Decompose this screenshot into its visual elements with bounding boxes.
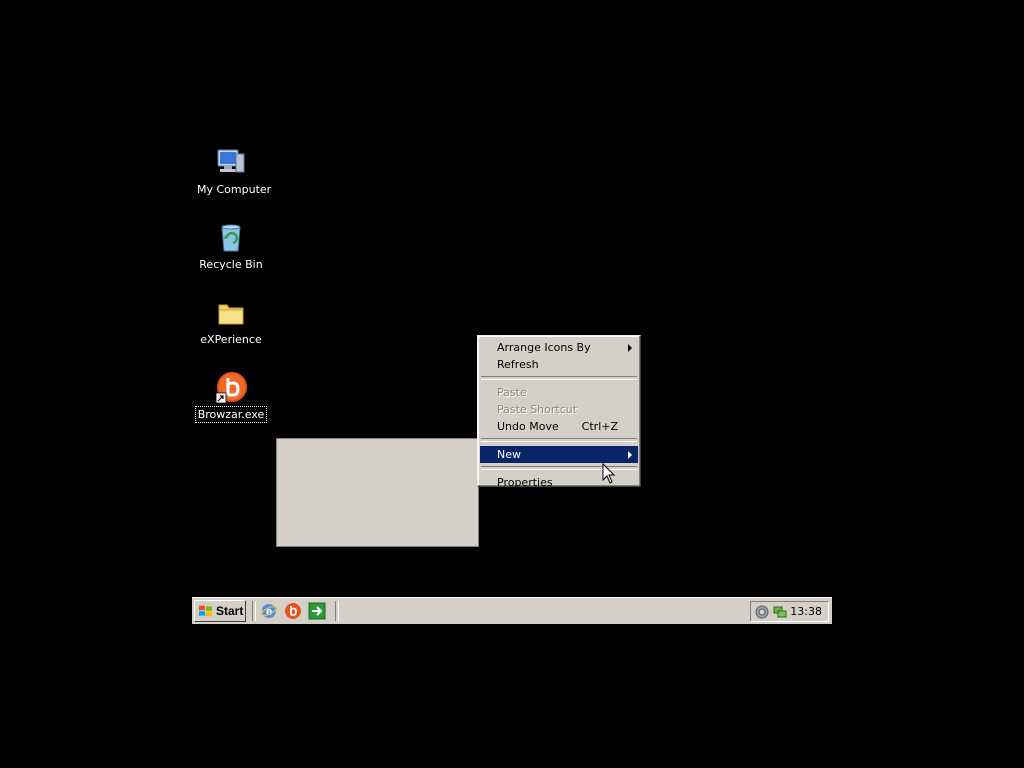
- desktop-icon-experience-folder[interactable]: eXPerience: [195, 296, 267, 347]
- folder-icon: [214, 296, 248, 330]
- desktop-icon-label: Browzar.exe: [194, 406, 268, 423]
- recycle-bin-icon: [214, 221, 248, 255]
- desktop-icon-label: eXPerience: [200, 333, 262, 346]
- clock: 13:38: [790, 605, 822, 618]
- menu-item-label: Properties: [497, 476, 553, 489]
- menu-item-label: Arrange Icons By: [497, 341, 591, 354]
- menu-item-label: New: [497, 448, 521, 461]
- windows-logo-icon: [198, 604, 213, 618]
- taskbar-divider: [335, 601, 339, 621]
- menu-item-paste-shortcut: Paste Shortcut: [480, 401, 638, 418]
- menu-item-label: Undo Move: [497, 420, 559, 433]
- browzar-shortcut-icon: [214, 371, 248, 405]
- desktop-icon-my-computer[interactable]: My Computer: [195, 146, 271, 197]
- ie-icon[interactable]: e: [260, 602, 278, 620]
- desktop-icon-recycle-bin[interactable]: Recycle Bin: [195, 221, 267, 272]
- menu-separator: [481, 376, 637, 380]
- menu-item-label: Paste: [497, 386, 527, 399]
- desktop-icon-browzar[interactable]: Browzar.exe: [194, 371, 268, 423]
- menu-item-undo-move[interactable]: Undo Move Ctrl+Z: [480, 418, 638, 435]
- taskbar-divider: [252, 601, 256, 621]
- menu-item-shortcut: Ctrl+Z: [581, 420, 618, 433]
- volume-icon[interactable]: [754, 604, 770, 620]
- desktop[interactable]: My Computer Recycle Bin eXPerience Browz…: [0, 0, 1024, 768]
- new-submenu-panel: [276, 438, 479, 547]
- menu-separator: [481, 438, 637, 442]
- submenu-arrow-icon: [628, 451, 632, 459]
- system-tray: 13:38: [750, 601, 829, 622]
- computer-icon: [214, 146, 248, 180]
- browzar-icon[interactable]: [284, 602, 302, 620]
- menu-item-arrange-icons-by[interactable]: Arrange Icons By: [480, 339, 638, 356]
- desktop-icon-label: My Computer: [197, 183, 272, 196]
- start-label: Start: [216, 604, 244, 618]
- submenu-arrow-icon: [628, 344, 632, 352]
- desktop-context-menu: Arrange Icons By Refresh Paste Paste Sho…: [477, 335, 641, 489]
- desktop-icon-label: Recycle Bin: [199, 258, 263, 271]
- show-desktop-arrow-icon[interactable]: [308, 602, 326, 620]
- menu-item-paste: Paste: [480, 384, 638, 401]
- taskbar: Start e 13:38: [192, 597, 832, 624]
- menu-item-new[interactable]: New: [480, 446, 638, 463]
- menu-item-label: Refresh: [497, 358, 539, 371]
- menu-item-label: Paste Shortcut: [497, 403, 578, 416]
- menu-item-refresh[interactable]: Refresh: [480, 356, 638, 373]
- start-button[interactable]: Start: [194, 600, 246, 622]
- network-icon[interactable]: [772, 604, 788, 620]
- mouse-cursor-icon: [602, 462, 616, 485]
